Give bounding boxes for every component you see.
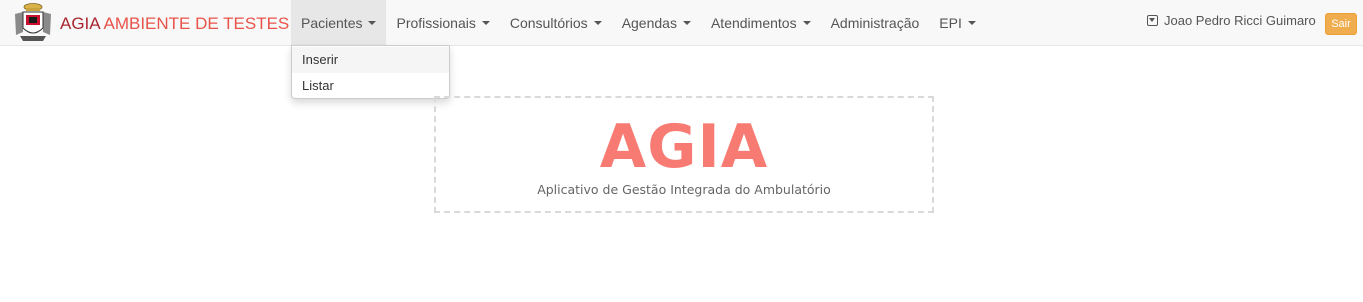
nav-label: Consultórios bbox=[509, 14, 588, 31]
nav-label: Profissionais bbox=[396, 14, 476, 31]
nav-atendimentos[interactable]: Atendimentos bbox=[701, 0, 821, 45]
coat-of-arms-logo[interactable] bbox=[12, 2, 54, 42]
top-navbar: AGIA AMBIENTE DE TESTES Pacientes Profis… bbox=[0, 0, 1363, 46]
nav-epi[interactable]: EPI bbox=[929, 0, 986, 45]
nav-label: Atendimentos bbox=[710, 14, 797, 31]
logout-button[interactable]: Sair bbox=[1325, 13, 1357, 35]
user-name: Joao Pedro Ricci Guimaro bbox=[1164, 13, 1316, 28]
menu-item-listar[interactable]: Listar bbox=[292, 73, 449, 99]
hero-subtitle: Aplicativo de Gestão Integrada do Ambula… bbox=[537, 182, 831, 197]
caret-down-icon bbox=[682, 20, 691, 25]
nav-consultorios[interactable]: Consultórios bbox=[500, 0, 612, 45]
nav-pacientes[interactable]: Pacientes bbox=[291, 0, 387, 45]
nav-label: Agendas bbox=[621, 14, 677, 31]
environment-label: AMBIENTE DE TESTES bbox=[103, 14, 290, 33]
caret-down-icon bbox=[368, 20, 377, 25]
nav-agendas[interactable]: Agendas bbox=[612, 0, 701, 45]
user-menu[interactable]: Joao Pedro Ricci Guimaro bbox=[1147, 13, 1316, 28]
caret-down-icon bbox=[593, 20, 602, 25]
nav-administracao[interactable]: Administração bbox=[821, 0, 930, 45]
nav-label: Pacientes bbox=[301, 14, 363, 31]
nav-label: Administração bbox=[830, 14, 920, 31]
hero-title: AGIA bbox=[599, 112, 769, 182]
caret-down-icon bbox=[802, 20, 811, 25]
nav-label: EPI bbox=[939, 14, 962, 31]
hero-banner: AGIA Aplicativo de Gestão Integrada do A… bbox=[434, 96, 934, 213]
caret-square-down-icon bbox=[1147, 15, 1158, 26]
caret-down-icon bbox=[967, 20, 976, 25]
brand-name: AGIA bbox=[60, 14, 100, 33]
main-nav: Pacientes Profissionais Consultórios Age… bbox=[291, 0, 986, 45]
pacientes-dropdown-menu: Inserir Listar bbox=[291, 45, 450, 99]
caret-down-icon bbox=[481, 20, 490, 25]
menu-item-inserir[interactable]: Inserir bbox=[292, 47, 449, 73]
app-brand[interactable]: AGIA AMBIENTE DE TESTES bbox=[60, 14, 289, 34]
nav-profissionais[interactable]: Profissionais bbox=[386, 0, 499, 45]
